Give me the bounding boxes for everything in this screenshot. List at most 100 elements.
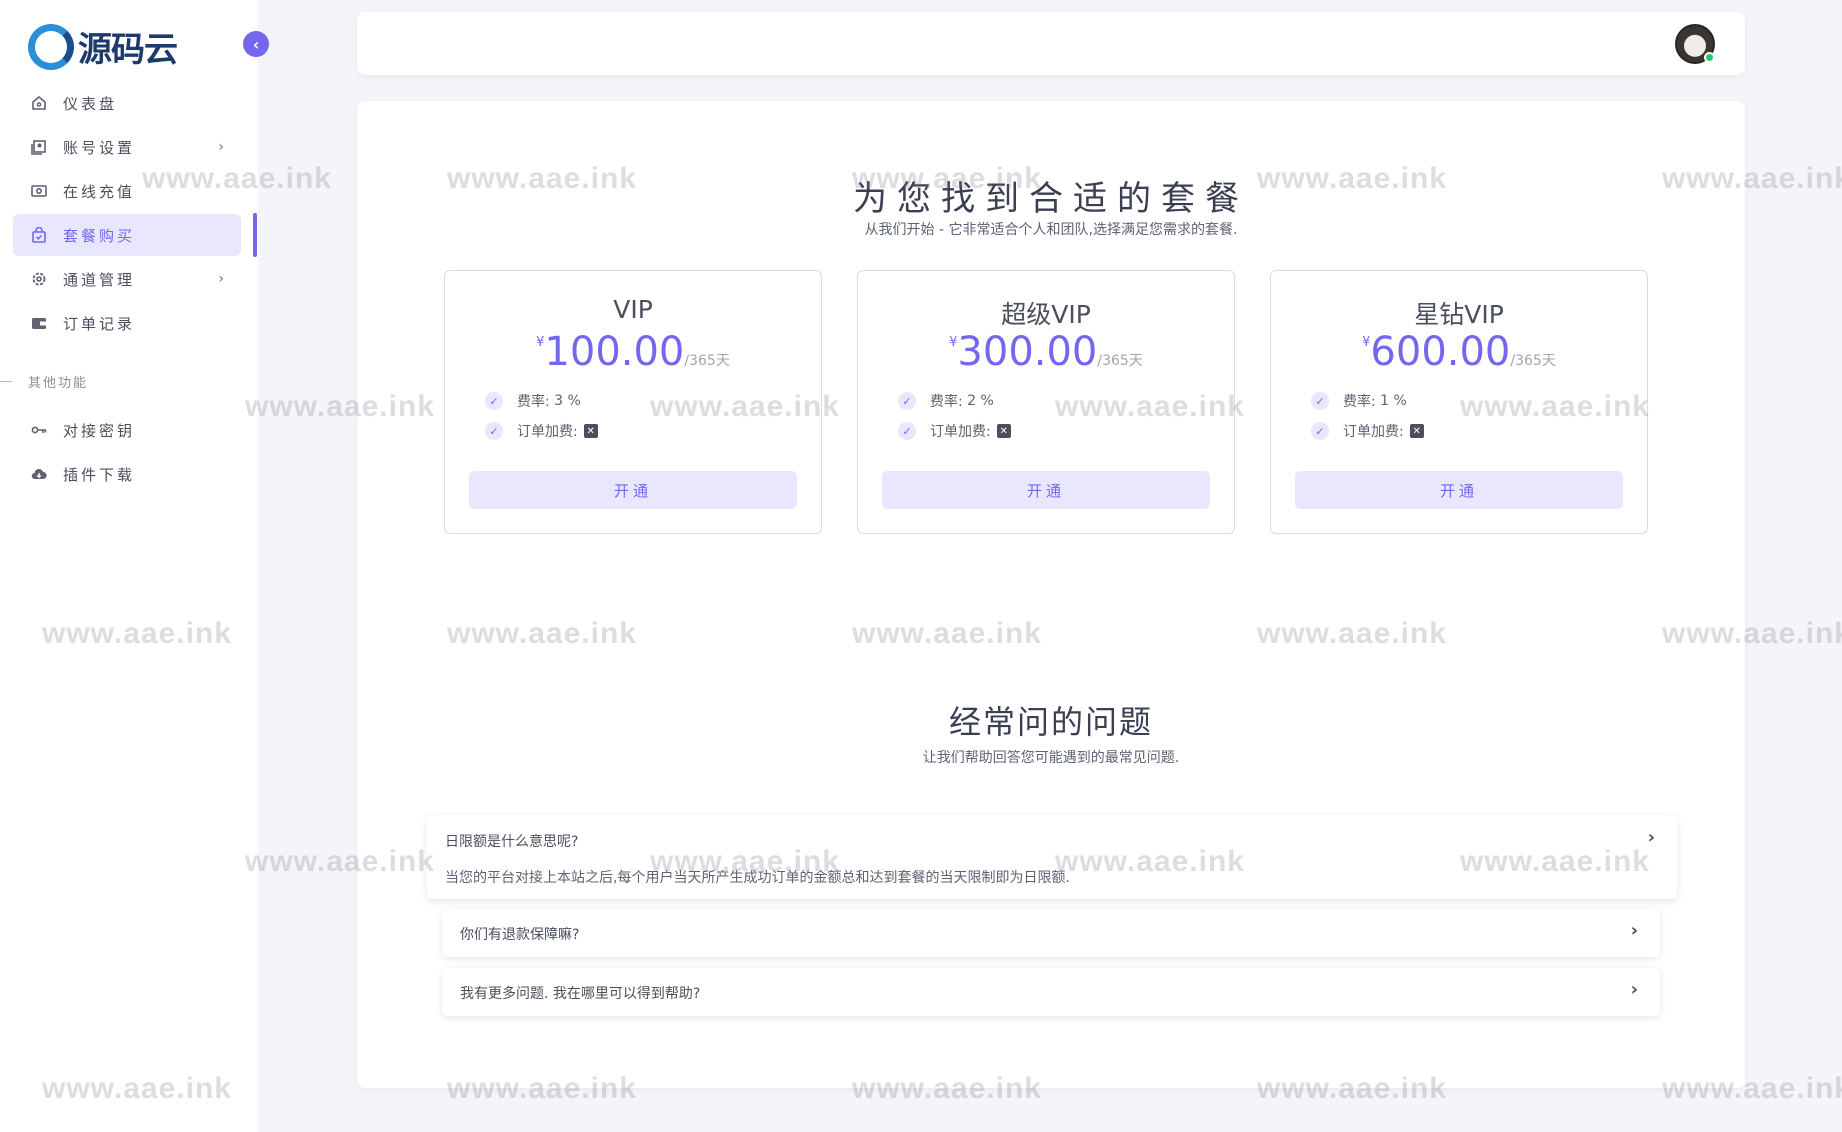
- faq-answer: 当您的平台对接上本站之后,每个用户当天所产生成功订单的金额总和达到套餐的当天限制…: [445, 867, 1070, 887]
- plan-currency: ¥: [1362, 335, 1370, 350]
- plan-amount: 600.00: [1370, 329, 1510, 375]
- plan-card-super-vip: 超级VIP ¥300.00/365天 ✓ 费率: 2 % ✓ 订单加费: ✕ 开…: [857, 270, 1235, 534]
- plan-price: ¥600.00/365天: [1271, 329, 1647, 375]
- activate-plan-button[interactable]: 开通: [469, 471, 797, 509]
- section-label: 其他功能: [28, 372, 88, 391]
- sidebar-section-header: 其他功能: [0, 372, 88, 391]
- plan-name: 超级VIP: [858, 295, 1234, 331]
- plan-currency: ¥: [949, 335, 957, 350]
- sidebar-collapse-button[interactable]: ‹: [243, 31, 269, 57]
- sidebar-item-label: 套餐购买: [63, 225, 135, 246]
- faq-subtitle: 让我们帮助回答您可能遇到的最常见问题.: [357, 747, 1745, 767]
- cash-icon: [29, 181, 49, 201]
- sidebar-item-label: 仪表盘: [63, 93, 117, 114]
- sidebar-item-label: 账号设置: [63, 137, 135, 158]
- surcharge-label: 订单加费:: [930, 421, 991, 441]
- top-navbar: [357, 12, 1745, 75]
- check-icon: ✓: [485, 422, 503, 440]
- plan-name: VIP: [445, 295, 821, 324]
- gear-icon: [29, 269, 49, 289]
- check-icon: ✓: [1311, 392, 1329, 410]
- plan-currency: ¥: [536, 335, 544, 350]
- sidebar-item-order-records[interactable]: 订单记录: [13, 302, 241, 344]
- chevron-right-icon: ›: [218, 139, 227, 155]
- faq-question: 你们有退款保障嘛?: [460, 924, 579, 944]
- check-icon: ✓: [485, 392, 503, 410]
- chevron-right-icon: ›: [1631, 920, 1638, 941]
- faq-item-expanded[interactable]: 日限额是什么意思呢? › 当您的平台对接上本站之后,每个用户当天所产生成功订单的…: [427, 815, 1677, 899]
- plan-feature-surcharge: ✓ 订单加费: ✕: [1311, 421, 1424, 441]
- pricing-title: 为您找到合适的套餐: [357, 171, 1745, 220]
- faq-item[interactable]: 我有更多问题. 我在哪里可以得到帮助? ›: [442, 968, 1660, 1016]
- close-box-icon: ✕: [997, 424, 1011, 438]
- sidebar-item-dashboard[interactable]: 仪表盘: [13, 82, 241, 124]
- plan-price: ¥300.00/365天: [858, 329, 1234, 375]
- faq-question: 日限额是什么意思呢?: [445, 831, 578, 851]
- plan-card-diamond-vip: 星钻VIP ¥600.00/365天 ✓ 费率: 1 % ✓ 订单加费: ✕ 开…: [1270, 270, 1648, 534]
- fee-value: 1 %: [1380, 393, 1407, 409]
- sidebar-item-plugin-download[interactable]: 插件下载: [13, 453, 241, 495]
- fee-value: 3 %: [554, 393, 581, 409]
- faq-question: 我有更多问题. 我在哪里可以得到帮助?: [460, 983, 700, 1003]
- close-box-icon: ✕: [584, 424, 598, 438]
- sidebar-item-label: 插件下载: [63, 464, 135, 485]
- surcharge-label: 订单加费:: [1343, 421, 1404, 441]
- fee-label: 费率:: [930, 391, 963, 411]
- sidebar-item-label: 在线充值: [63, 181, 135, 202]
- cloud-download-icon: [29, 464, 49, 484]
- plan-feature-fee: ✓ 费率: 1 %: [1311, 391, 1407, 411]
- close-box-icon: ✕: [1410, 424, 1424, 438]
- active-indicator: [253, 213, 257, 257]
- surcharge-label: 订单加费:: [517, 421, 578, 441]
- sidebar-nav-other: 对接密钥 插件下载: [13, 409, 241, 497]
- plan-name: 星钻VIP: [1271, 295, 1647, 331]
- plan-feature-surcharge: ✓ 订单加费: ✕: [485, 421, 598, 441]
- sidebar-item-label: 通道管理: [63, 269, 135, 290]
- pricing-plans: VIP ¥100.00/365天 ✓ 费率: 3 % ✓ 订单加费: ✕ 开通 …: [444, 270, 1648, 534]
- home-icon: [29, 93, 49, 113]
- main-content: 为您找到合适的套餐 从我们开始 - 它非常适合个人和团队,选择满足您需求的套餐.…: [357, 101, 1745, 1088]
- shopping-bag-icon: [29, 225, 49, 245]
- brand-logo[interactable]: 源码云: [28, 22, 177, 71]
- plan-amount: 300.00: [957, 329, 1097, 375]
- sidebar-item-label: 对接密钥: [63, 420, 135, 441]
- sidebar-item-online-recharge[interactable]: 在线充值: [13, 170, 241, 212]
- chevron-right-icon: ›: [1631, 979, 1638, 1000]
- section-divider: [0, 381, 12, 382]
- plan-feature-fee: ✓ 费率: 2 %: [898, 391, 994, 411]
- sidebar: 源码云 仪表盘 账号设置 › 在线充值 套餐购买: [0, 0, 258, 1132]
- account-icon: [29, 137, 49, 157]
- key-icon: [29, 420, 49, 440]
- faq-item[interactable]: 你们有退款保障嘛? ›: [442, 909, 1660, 957]
- wallet-icon: [29, 313, 49, 333]
- fee-label: 费率:: [1343, 391, 1376, 411]
- sidebar-item-account-settings[interactable]: 账号设置 ›: [13, 126, 241, 168]
- chevron-right-icon: ›: [1648, 827, 1655, 848]
- sidebar-item-channel-management[interactable]: 通道管理 ›: [13, 258, 241, 300]
- plan-price: ¥100.00/365天: [445, 329, 821, 375]
- check-icon: ✓: [1311, 422, 1329, 440]
- online-status-badge: [1704, 52, 1715, 63]
- fee-value: 2 %: [967, 393, 994, 409]
- plan-amount: 100.00: [544, 329, 684, 375]
- chevron-left-icon: ‹: [253, 35, 260, 54]
- faq-title: 经常问的问题: [357, 697, 1745, 743]
- chevron-right-icon: ›: [218, 271, 227, 287]
- sidebar-item-api-keys[interactable]: 对接密钥: [13, 409, 241, 451]
- plan-period: /365天: [684, 353, 729, 369]
- plan-feature-surcharge: ✓ 订单加费: ✕: [898, 421, 1011, 441]
- plan-period: /365天: [1097, 353, 1142, 369]
- logo-icon: [28, 24, 74, 70]
- check-icon: ✓: [898, 392, 916, 410]
- pricing-subtitle: 从我们开始 - 它非常适合个人和团队,选择满足您需求的套餐.: [357, 219, 1745, 239]
- plan-feature-fee: ✓ 费率: 3 %: [485, 391, 581, 411]
- activate-plan-button[interactable]: 开通: [1295, 471, 1623, 509]
- sidebar-nav: 仪表盘 账号设置 › 在线充值 套餐购买 通道管理 ›: [13, 82, 241, 346]
- avatar[interactable]: [1675, 24, 1715, 64]
- check-icon: ✓: [898, 422, 916, 440]
- fee-label: 费率:: [517, 391, 550, 411]
- activate-plan-button[interactable]: 开通: [882, 471, 1210, 509]
- logo-text: 源码云: [78, 22, 177, 71]
- sidebar-item-package-purchase[interactable]: 套餐购买: [13, 214, 241, 256]
- plan-period: /365天: [1510, 353, 1555, 369]
